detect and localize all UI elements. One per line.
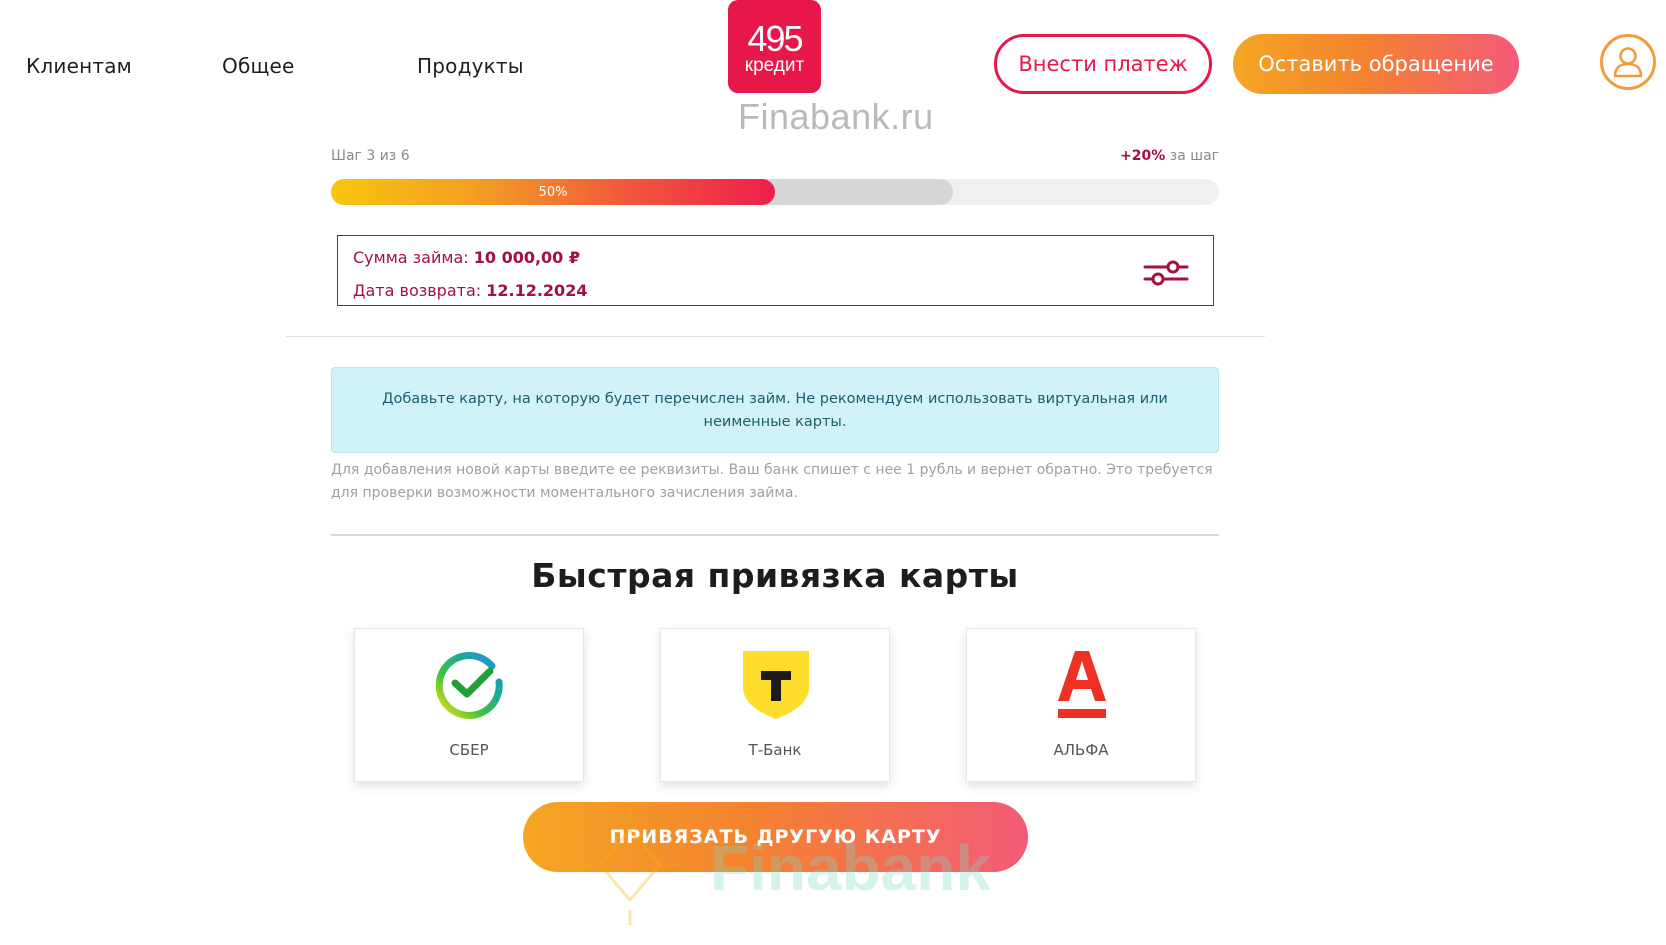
info-message: Добавьте карту, на которую будет перечис… xyxy=(382,391,1168,430)
logo[interactable]: 495 кредит xyxy=(728,0,821,93)
nav-general[interactable]: Общее xyxy=(222,54,295,78)
step-counter: Шаг 3 из 6 xyxy=(331,148,410,164)
bank-name: Т-Банк xyxy=(748,741,802,759)
bind-other-card-button[interactable]: ПРИВЯЗАТЬ ДРУГУЮ КАРТУ xyxy=(523,802,1028,872)
divider xyxy=(331,534,1219,536)
bank-name: АЛЬФА xyxy=(1053,741,1109,759)
appeal-button[interactable]: Оставить обращение xyxy=(1233,34,1519,94)
step-bonus-value: +20% xyxy=(1120,148,1166,164)
logo-word: кредит xyxy=(744,54,805,76)
user-icon xyxy=(1613,47,1643,78)
tbank-icon xyxy=(741,649,811,721)
quick-bind-title: Быстрая привязка карты xyxy=(531,556,1019,595)
loan-amount-value: 10 000,00 ₽ xyxy=(473,248,581,267)
divider xyxy=(286,336,1265,337)
loan-date-label: Дата возврата: xyxy=(353,281,487,300)
step-bonus-suffix: за шаг xyxy=(1165,148,1219,164)
info-alert: Добавьте карту, на которую будет перечис… xyxy=(331,367,1219,453)
loan-amount-label: Сумма займа: xyxy=(353,248,474,267)
loan-summary: Сумма займа: 10 000,00 ₽ Дата возврата: … xyxy=(337,235,1214,306)
pay-button[interactable]: Внести платеж xyxy=(994,34,1212,94)
logo-number: 495 xyxy=(747,17,803,59)
progress-bar: 50% xyxy=(331,179,1219,205)
alfa-icon xyxy=(1047,649,1117,721)
step-bonus: +20% за шаг xyxy=(1120,148,1219,164)
loan-amount-row: Сумма займа: 10 000,00 ₽ xyxy=(353,248,580,267)
sber-icon xyxy=(435,649,505,721)
nav-products[interactable]: Продукты xyxy=(417,54,524,78)
bank-card-tbank[interactable]: Т-Банк xyxy=(660,628,890,782)
progress-percent: 50% xyxy=(538,184,568,200)
profile-button[interactable] xyxy=(1600,34,1656,90)
bank-card-alfa[interactable]: АЛЬФА xyxy=(966,628,1196,782)
card-hint: Для добавления новой карты введите ее ре… xyxy=(331,462,1213,501)
sliders-icon[interactable] xyxy=(1143,258,1189,288)
watermark-top: Finabank.ru xyxy=(738,96,934,137)
loan-date-value: 12.12.2024 xyxy=(486,281,588,300)
nav-clients[interactable]: Клиентам xyxy=(26,54,132,78)
bank-card-sber[interactable]: СБЕР xyxy=(354,628,584,782)
loan-date-row: Дата возврата: 12.12.2024 xyxy=(353,281,587,300)
progress-fill: 50% xyxy=(331,179,775,205)
bank-name: СБЕР xyxy=(449,741,489,759)
